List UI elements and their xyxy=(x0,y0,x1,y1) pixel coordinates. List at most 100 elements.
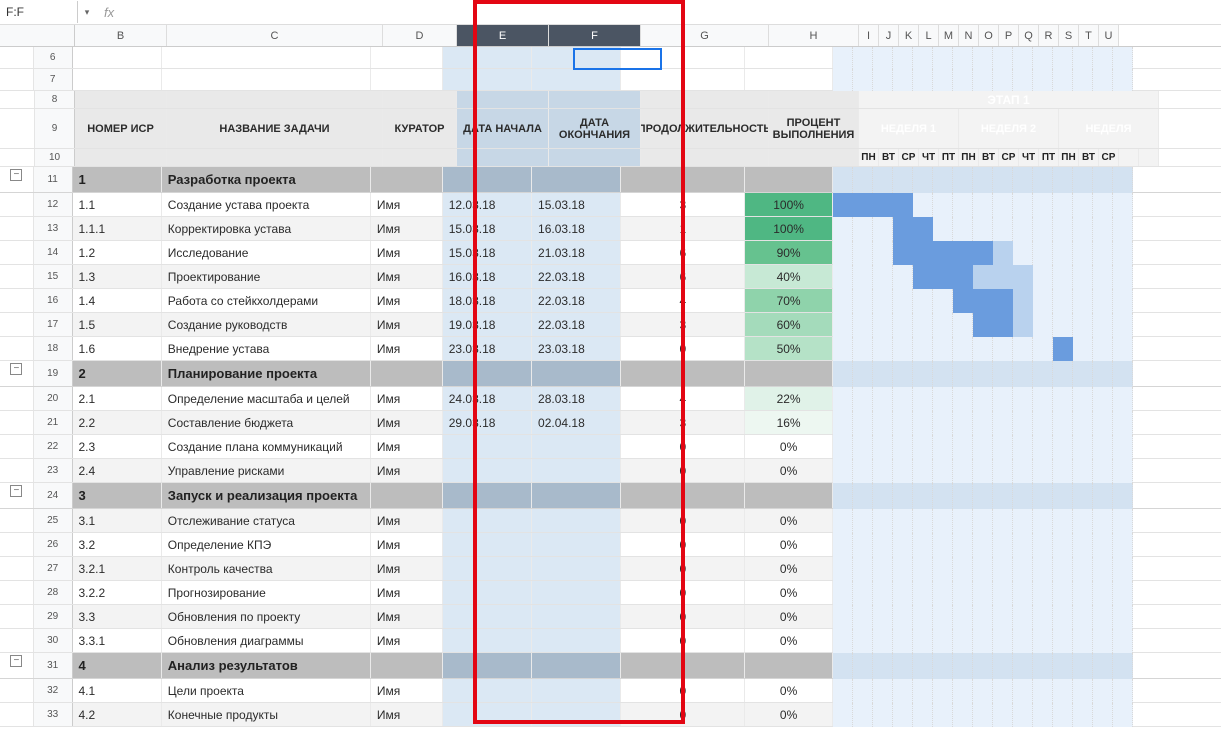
row-number[interactable]: 6 xyxy=(34,47,73,68)
cell-start[interactable]: 16.03.18 xyxy=(443,265,532,288)
cell-task[interactable]: Создание устава проекта xyxy=(162,193,371,216)
gantt-day-cell[interactable] xyxy=(1053,313,1073,337)
gantt-day-cell[interactable] xyxy=(873,679,893,703)
cell-owner[interactable]: Имя xyxy=(371,265,443,288)
cell-empty[interactable] xyxy=(371,47,443,68)
outline-collapse-button[interactable]: − xyxy=(10,655,22,667)
gantt-day-cell[interactable] xyxy=(933,509,953,533)
gantt-day-cell[interactable] xyxy=(853,193,873,217)
gantt-day-cell[interactable] xyxy=(1113,435,1133,459)
cell-owner[interactable]: Имя xyxy=(371,217,443,240)
gantt-day-cell[interactable] xyxy=(873,265,893,289)
gantt-day-cell[interactable] xyxy=(1073,581,1093,605)
gantt-day-cell[interactable] xyxy=(833,193,853,217)
gantt-day-cell[interactable] xyxy=(1093,581,1113,605)
gantt-day-cell[interactable] xyxy=(853,217,873,241)
cell-end[interactable]: 16.03.18 xyxy=(532,217,621,240)
gantt-day-cell[interactable] xyxy=(1073,387,1093,411)
cell-end[interactable] xyxy=(532,605,621,628)
gantt-day-cell[interactable] xyxy=(993,47,1013,69)
cell-task[interactable]: Работа со стейкхолдерами xyxy=(162,289,371,312)
header-spacer[interactable] xyxy=(383,91,457,108)
gantt-day-cell[interactable] xyxy=(913,217,933,241)
section-end[interactable] xyxy=(532,361,621,386)
cell-wbs[interactable]: 1.5 xyxy=(73,313,162,336)
gantt-day-cell[interactable] xyxy=(893,193,913,217)
gantt-day-cell[interactable] xyxy=(933,679,953,703)
section-dur[interactable] xyxy=(621,483,745,508)
gantt-day-cell[interactable] xyxy=(853,581,873,605)
gantt-day-cell[interactable] xyxy=(1013,581,1033,605)
row-number[interactable]: 29 xyxy=(34,605,73,628)
cell-pct[interactable]: 16% xyxy=(745,411,832,434)
gantt-day-cell[interactable] xyxy=(833,435,853,459)
gantt-day-cell[interactable] xyxy=(1093,265,1113,289)
cell-start[interactable] xyxy=(443,581,532,604)
cell-wbs[interactable]: 3.3.1 xyxy=(73,629,162,652)
cell-owner[interactable]: Имя xyxy=(371,337,443,360)
gantt-day-cell[interactable] xyxy=(1113,557,1133,581)
cell-empty[interactable] xyxy=(162,69,371,90)
gantt-day-cell[interactable] xyxy=(893,703,913,727)
gantt-day-cell[interactable] xyxy=(1113,69,1133,91)
cell-start[interactable]: 29.03.18 xyxy=(443,411,532,434)
gantt-day-cell[interactable] xyxy=(893,387,913,411)
row-number[interactable]: 20 xyxy=(34,387,73,410)
gantt-day-cell[interactable] xyxy=(1073,217,1093,241)
gantt-day-cell[interactable] xyxy=(973,241,993,265)
gantt-day-cell[interactable] xyxy=(973,435,993,459)
gantt-day-cell[interactable] xyxy=(913,193,933,217)
cell-empty[interactable] xyxy=(371,69,443,90)
gantt-day-cell[interactable] xyxy=(853,557,873,581)
gantt-day-cell[interactable] xyxy=(1013,435,1033,459)
gantt-day-cell[interactable] xyxy=(953,387,973,411)
cell-duration[interactable]: 6 xyxy=(621,265,745,288)
name-box-dropdown-icon[interactable]: ▾ xyxy=(78,7,96,18)
section-dur[interactable] xyxy=(621,167,745,192)
gantt-day-cell[interactable] xyxy=(973,533,993,557)
column-header-J[interactable]: J xyxy=(879,25,899,46)
cell-pct[interactable]: 40% xyxy=(745,265,832,288)
row-number[interactable]: 27 xyxy=(34,557,73,580)
section-start[interactable] xyxy=(443,653,532,678)
gantt-day-cell[interactable] xyxy=(1113,581,1133,605)
header-spacer[interactable] xyxy=(75,91,167,108)
cell-pct[interactable]: 0% xyxy=(745,679,832,702)
cell-task[interactable]: Определение КПЭ xyxy=(162,533,371,556)
gantt-day-cell[interactable] xyxy=(853,629,873,653)
gantt-day-cell[interactable] xyxy=(833,581,853,605)
cell-wbs[interactable]: 1.1.1 xyxy=(73,217,162,240)
gantt-day-cell[interactable] xyxy=(893,337,913,361)
cell-end[interactable] xyxy=(532,629,621,652)
cell-owner[interactable]: Имя xyxy=(371,533,443,556)
gantt-day-cell[interactable] xyxy=(1093,435,1113,459)
gantt-day-cell[interactable] xyxy=(933,703,953,727)
gantt-day-cell[interactable] xyxy=(833,265,853,289)
gantt-day-cell[interactable] xyxy=(1013,265,1033,289)
gantt-day-cell[interactable] xyxy=(1093,47,1113,69)
outline-collapse-button[interactable]: − xyxy=(10,169,22,181)
column-header-M[interactable]: M xyxy=(939,25,959,46)
gantt-day-cell[interactable] xyxy=(993,703,1013,727)
gantt-day-cell[interactable] xyxy=(873,435,893,459)
cell-start[interactable]: 18.03.18 xyxy=(443,289,532,312)
gantt-day-cell[interactable] xyxy=(853,47,873,69)
gantt-day-cell[interactable] xyxy=(1073,289,1093,313)
gantt-day-cell[interactable] xyxy=(1113,533,1133,557)
gantt-day-cell[interactable] xyxy=(973,265,993,289)
header-start[interactable]: ДАТА НАЧАЛА xyxy=(457,109,549,148)
gantt-day-cell[interactable] xyxy=(893,509,913,533)
gantt-day-cell[interactable] xyxy=(893,69,913,91)
gantt-day-cell[interactable] xyxy=(1113,47,1133,69)
cell-owner[interactable]: Имя xyxy=(371,387,443,410)
gantt-day-cell[interactable] xyxy=(913,289,933,313)
gantt-day-cell[interactable] xyxy=(1033,581,1053,605)
section-pct[interactable] xyxy=(745,167,832,192)
gantt-day-cell[interactable] xyxy=(973,411,993,435)
gantt-day-cell[interactable] xyxy=(1113,337,1133,361)
row-number[interactable]: 12 xyxy=(34,193,73,216)
gantt-day-cell[interactable] xyxy=(1093,69,1113,91)
cell-end[interactable]: 21.03.18 xyxy=(532,241,621,264)
gantt-day-cell[interactable] xyxy=(1033,703,1053,727)
cell-pct[interactable]: 0% xyxy=(745,557,832,580)
